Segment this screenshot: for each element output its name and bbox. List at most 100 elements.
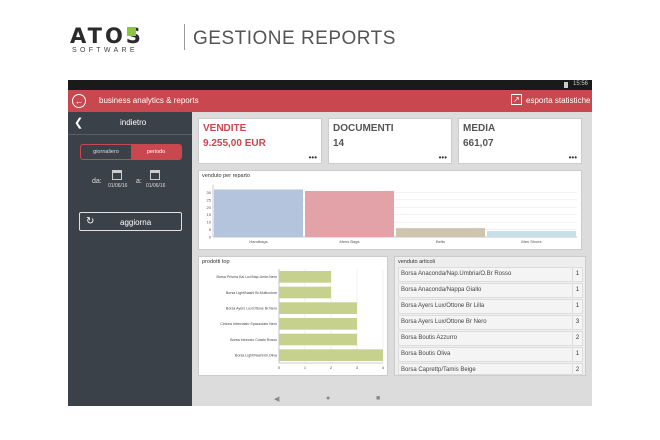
kpi-label: DOCUMENTI	[333, 123, 394, 134]
y-tick-label: 5	[209, 227, 212, 232]
prodotti-chart-card: prodotti top 0 1 2 3 4 Borsa Prisma Kai Lux/N…	[198, 256, 388, 376]
bar	[279, 302, 357, 314]
calendar-to-icon[interactable]	[150, 170, 160, 180]
refresh-icon: ↻	[86, 216, 95, 227]
item-count: 2	[572, 332, 582, 345]
x-tick-label: 3	[356, 365, 359, 370]
x-tick-label: 0	[278, 365, 281, 370]
kpi-label: MEDIA	[463, 123, 496, 134]
page-title: GESTIONE REPORTS	[193, 28, 396, 49]
bar	[487, 231, 576, 237]
y-tick-label: 15	[207, 212, 212, 217]
item-name: Borsa Ayers Lux/Ottone Br Nero	[401, 319, 487, 325]
x-tick-label: Handbags	[249, 239, 267, 244]
kpi-card-media[interactable]: MEDIA 661,07 •••	[458, 118, 582, 164]
kpi-value: 9.255,00 EUR	[203, 138, 266, 149]
list-item[interactable]: Borsa Caprettp/Tamis Beige 2	[398, 363, 583, 377]
refresh-button[interactable]: ↻ aggiorna	[79, 212, 182, 231]
item-name: Borsa Caprettp/Tamis Beige	[401, 367, 476, 373]
bar	[214, 189, 303, 237]
kpi-card-documenti[interactable]: DOCUMENTI 14 •••	[328, 118, 452, 164]
item-count: 3	[572, 316, 582, 329]
y-tick-label: Borsa Intreccio Cotato Rosso	[230, 338, 277, 342]
list-item[interactable]: Borsa Ayers Lux/Ottone Br Nero 3	[398, 315, 583, 330]
back-arrow-icon[interactable]: ←	[72, 94, 86, 108]
segment-daily[interactable]: giornaliero	[81, 145, 131, 159]
calendar-from-icon[interactable]	[112, 170, 122, 180]
header-banner: ATOS SOFTWARE GESTIONE REPORTS	[0, 0, 660, 80]
export-statistics-button[interactable]: esporta statistiche	[526, 96, 590, 105]
y-tick-label: 0	[209, 235, 212, 240]
item-count: 1	[572, 348, 582, 361]
bar	[305, 190, 394, 237]
item-count: 2	[572, 364, 582, 377]
bar	[279, 349, 383, 361]
y-tick-label: 25	[207, 197, 212, 202]
android-nav-bar: ◀ ● ■	[68, 392, 592, 406]
x-tick-label: 2	[330, 365, 333, 370]
app-bar: ← business analytics & reports ↗ esporta…	[68, 90, 592, 112]
more-options-icon[interactable]: •••	[309, 153, 317, 162]
back-label[interactable]: indietro	[120, 118, 146, 127]
battery-icon	[564, 82, 568, 88]
articoli-card: venduto articoli Borsa Anaconda/Nap.Umbr…	[394, 256, 586, 377]
y-tick-label: 10	[207, 220, 212, 225]
item-count: 1	[572, 284, 582, 297]
chevron-left-icon[interactable]: ❮	[74, 116, 83, 129]
x-tick-label: 4	[382, 365, 385, 370]
y-tick-label: Borsa Light/Nashi Br.Oliva	[235, 353, 277, 357]
y-tick-label: Borsa Light/Nashi Br.Multicolore	[226, 291, 277, 295]
sidebar-divider	[68, 134, 192, 135]
list-item[interactable]: Borsa Anaconda/Nap.Umbria/O.Br Rosso 1	[398, 267, 583, 282]
item-count: 1	[572, 300, 582, 313]
bar	[279, 286, 331, 299]
bar	[279, 333, 357, 346]
item-name: Borsa Anaconda/Nappa Giallo	[401, 287, 482, 293]
list-title: venduto articoli	[398, 259, 435, 265]
kpi-value: 14	[333, 138, 345, 149]
item-name: Borsa Boutis Azzurro	[401, 335, 458, 341]
status-bar: 15:56	[68, 80, 592, 90]
more-options-icon[interactable]: •••	[439, 153, 447, 162]
reparto-chart-card: venduto per reparto 0 5 10 15 20 25 30 Handbags…	[198, 170, 582, 250]
list-item[interactable]: Borsa Boutis Oliva 1	[398, 347, 583, 362]
filter-sidebar: ❮ indietro giornaliero periodo da: 01/06…	[68, 112, 192, 406]
x-tick-label: Mens Bags	[339, 239, 359, 244]
banner-divider	[184, 24, 185, 50]
atos-logo: ATOS SOFTWARE	[70, 24, 174, 56]
reparto-bar-chart: 0 5 10 15 20 25 30 Handbags Mens Bags Belts Men Sh…	[207, 185, 577, 244]
prodotti-bar-chart: 0 1 2 3 4 Borsa Prisma Kai Lux/Nap.Umbr.Nero B…	[216, 269, 385, 370]
list-item[interactable]: Borsa Boutis Azzurro 2	[398, 331, 583, 346]
period-toggle: giornaliero periodo	[80, 144, 182, 160]
refresh-label: aggiorna	[120, 218, 152, 227]
segment-period[interactable]: periodo	[131, 145, 181, 159]
item-name: Borsa Ayers Lux/Ottone Br Lilla	[401, 303, 485, 309]
app-title: business analytics & reports	[99, 96, 199, 105]
list-item[interactable]: Borsa Anaconda/Nappa Giallo 1	[398, 283, 583, 298]
to-label: a:	[136, 178, 142, 185]
y-tick-label: Cintura Intrecciato Spazzolato Nero	[220, 322, 277, 326]
to-date[interactable]: 01/06/16	[146, 183, 165, 189]
kpi-card-vendite[interactable]: VENDITE 9.255,00 EUR •••	[198, 118, 322, 164]
more-options-icon[interactable]: •••	[569, 153, 577, 162]
logo-green-square	[127, 27, 136, 36]
logo-subtitle: SOFTWARE	[72, 47, 138, 54]
y-tick-label: 30	[207, 190, 212, 195]
x-tick-label: Men Shoes	[521, 239, 541, 244]
export-icon[interactable]: ↗	[511, 94, 522, 105]
item-name: Borsa Boutis Oliva	[401, 351, 451, 357]
x-tick-label: 1	[304, 365, 307, 370]
bar	[279, 271, 331, 283]
from-label: da:	[92, 178, 102, 185]
status-time: 15:56	[572, 81, 588, 87]
list-item[interactable]: Borsa Ayers Lux/Ottone Br Lilla 1	[398, 299, 583, 314]
back-nav-icon[interactable]: ◀	[274, 395, 279, 403]
home-nav-icon[interactable]: ●	[326, 395, 330, 402]
recents-nav-icon[interactable]: ■	[376, 395, 380, 402]
y-tick-label: Borsa Prisma Kai Lux/Nap.Umbr.Nero	[216, 275, 277, 279]
item-count: 1	[572, 268, 582, 281]
kpi-value: 661,07	[463, 138, 494, 149]
y-tick-label: 20	[207, 205, 212, 210]
from-date[interactable]: 01/06/16	[108, 183, 127, 189]
kpi-label: VENDITE	[203, 123, 247, 134]
